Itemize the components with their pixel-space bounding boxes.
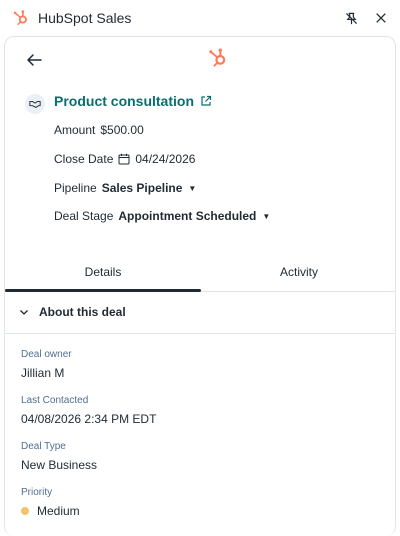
deal-stage-label: Deal Stage: [54, 209, 114, 223]
handshake-icon: [25, 94, 45, 114]
deal-type-value[interactable]: New Business: [21, 458, 97, 472]
last-contacted-label: Last Contacted: [21, 395, 89, 406]
amount-label: Amount: [54, 123, 96, 137]
window-actions: [344, 11, 388, 25]
pipeline-row: Pipeline Sales Pipeline ▼: [54, 181, 196, 195]
deal-stage-row: Deal Stage Appointment Scheduled ▼: [54, 209, 270, 223]
caret-down-icon[interactable]: ▼: [262, 212, 270, 221]
pipeline-dropdown[interactable]: Sales Pipeline: [102, 181, 183, 195]
section-divider: [5, 333, 395, 334]
close-date-label: Close Date: [54, 152, 114, 166]
external-link-icon[interactable]: [200, 95, 212, 107]
caret-down-icon[interactable]: ▼: [188, 184, 196, 193]
deal-name[interactable]: Product consultation: [54, 93, 194, 109]
deal-owner-label: Deal owner: [21, 349, 72, 360]
deal-name-link[interactable]: Product consultation: [54, 93, 212, 109]
about-deal-section-toggle[interactable]: About this deal: [19, 305, 126, 319]
close-date-value[interactable]: 04/24/2026: [135, 152, 195, 166]
window-titlebar: HubSpot Sales: [0, 0, 400, 36]
active-tab-indicator: [5, 289, 201, 292]
priority-dot-icon: [21, 507, 29, 515]
deal-stage-dropdown[interactable]: Appointment Scheduled: [118, 209, 256, 223]
amount-value: $500.00: [100, 123, 144, 137]
last-contacted-value[interactable]: 04/08/2026 2:34 PM EDT: [21, 412, 156, 426]
chevron-down-icon[interactable]: [19, 307, 29, 317]
deal-owner-value[interactable]: Jillian M: [21, 366, 64, 380]
amount-row: Amount $500.00: [54, 123, 144, 137]
priority-value[interactable]: Medium: [37, 504, 80, 518]
priority-value-row[interactable]: Medium: [21, 504, 80, 518]
priority-label: Priority: [21, 487, 53, 498]
pipeline-label: Pipeline: [54, 181, 97, 195]
window-title: HubSpot Sales: [38, 10, 132, 26]
deal-panel: Product consultation Amount $500.00 Clos…: [4, 36, 396, 536]
tab-activity[interactable]: Activity: [201, 257, 395, 295]
section-title: About this deal: [39, 305, 126, 319]
unpin-icon[interactable]: [344, 11, 358, 25]
hubspot-sprocket-icon: [13, 10, 27, 26]
close-date-row: Close Date 04/24/2026: [54, 152, 195, 166]
deal-type-label: Deal Type: [21, 441, 66, 452]
arrow-left-icon[interactable]: [25, 51, 43, 69]
hubspot-sprocket-icon: [209, 48, 226, 67]
close-icon[interactable]: [374, 11, 388, 25]
calendar-icon: [118, 153, 130, 165]
